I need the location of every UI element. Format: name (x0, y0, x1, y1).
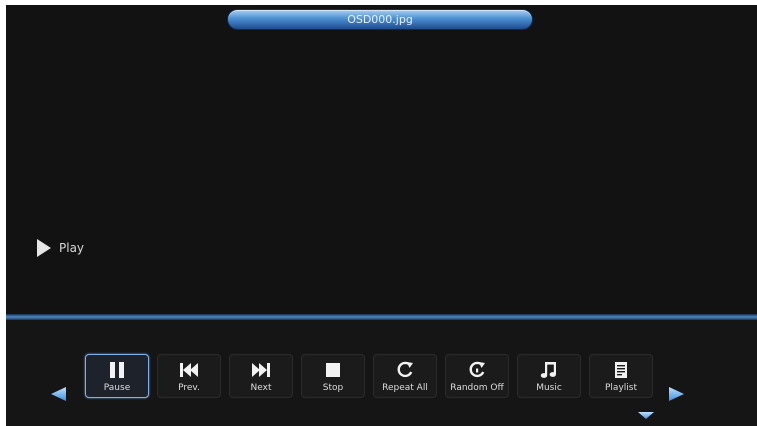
stop-icon (325, 361, 341, 379)
music-label: Music (536, 383, 562, 393)
pause-button[interactable]: Pause (85, 354, 149, 398)
next-button[interactable]: Next (229, 354, 293, 398)
previous-label: Prev. (178, 383, 200, 393)
playlist-label: Playlist (605, 383, 637, 393)
previous-track-icon (179, 361, 199, 379)
playback-status-label: Play (59, 241, 85, 255)
pause-label: Pause (103, 383, 131, 393)
scroll-down-arrow-icon[interactable] (638, 412, 654, 420)
stop-button[interactable]: Stop (301, 354, 365, 398)
playback-status: Play (37, 238, 84, 258)
random-button[interactable]: Random Off (445, 354, 509, 398)
control-bar: Pause Prev. Next Stop Repeat All Random … (6, 320, 757, 426)
playlist-icon (614, 361, 628, 379)
music-note-icon (540, 361, 558, 379)
osd-screen: OSD000.jpg Play Pause Prev. Next Stop Re… (6, 5, 757, 426)
random-label: Random Off (450, 383, 504, 393)
repeat-button[interactable]: Repeat All (373, 354, 437, 398)
next-track-icon (251, 361, 271, 379)
filename-title-bar: OSD000.jpg (228, 10, 532, 29)
play-icon (37, 239, 51, 257)
previous-button[interactable]: Prev. (157, 354, 221, 398)
shuffle-icon (468, 361, 486, 379)
music-button[interactable]: Music (517, 354, 581, 398)
repeat-label: Repeat All (382, 383, 428, 393)
pause-icon (109, 361, 125, 379)
scroll-left-arrow-icon[interactable] (51, 387, 66, 401)
repeat-icon (396, 361, 414, 379)
next-label: Next (250, 383, 272, 393)
filename-title: OSD000.jpg (347, 13, 413, 26)
stop-label: Stop (322, 383, 344, 393)
playlist-button[interactable]: Playlist (589, 354, 653, 398)
scroll-right-arrow-icon[interactable] (669, 387, 684, 401)
